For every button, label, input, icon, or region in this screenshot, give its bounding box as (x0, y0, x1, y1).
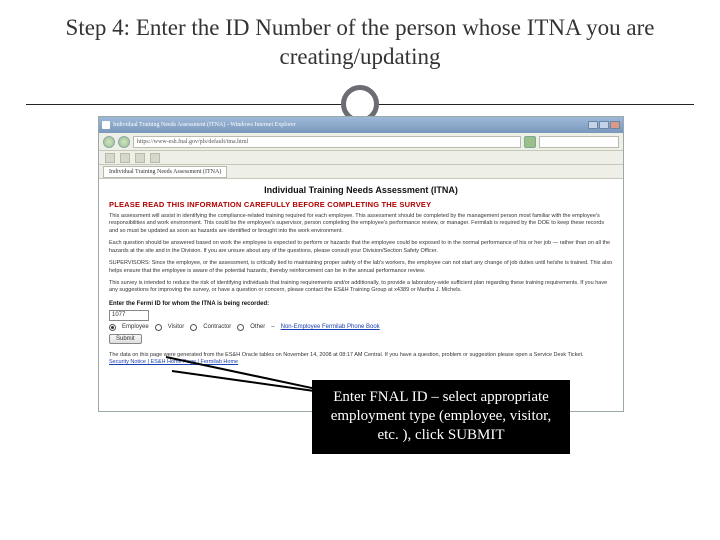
print-icon[interactable] (135, 153, 145, 163)
feeds-icon[interactable] (120, 153, 130, 163)
window-favicon (102, 121, 110, 129)
intro-paragraph-2: Each question should be answered based o… (109, 240, 613, 255)
home-icon[interactable] (150, 153, 160, 163)
radio-employee-label: Employee (122, 324, 149, 330)
back-button[interactable] (103, 136, 115, 148)
browser-tab[interactable]: Individual Training Needs Assessment (IT… (103, 166, 227, 178)
red-warning-banner: PLEASE READ THIS INFORMATION CAREFULLY B… (109, 200, 613, 209)
id-prompt: Enter the Fermi ID for whom the ITNA is … (109, 301, 613, 307)
minimize-icon[interactable] (588, 121, 598, 129)
fermi-id-input[interactable]: 1077 (109, 310, 149, 321)
browser-toolbar (99, 151, 623, 165)
radio-visitor-label: Visitor (168, 324, 185, 330)
radio-visitor[interactable] (155, 324, 162, 331)
radio-contractor[interactable] (190, 324, 197, 331)
employment-type-row: Employee Visitor Contractor Other – Non-… (109, 324, 613, 331)
favorites-icon[interactable] (105, 153, 115, 163)
non-employee-link[interactable]: Non-Employee Fermilab Phone Book (281, 324, 380, 330)
submit-button[interactable]: Submit (109, 334, 142, 344)
radio-other-label: Other (250, 324, 265, 330)
maximize-icon[interactable] (599, 121, 609, 129)
instruction-callout: Enter FNAL ID – select appropriate emplo… (312, 380, 570, 454)
url-field[interactable]: https://www-esh.fnal.gov/pls/default/itn… (133, 136, 521, 148)
page-heading: Individual Training Needs Assessment (IT… (109, 185, 613, 195)
window-titlebar: Individual Training Needs Assessment (IT… (99, 117, 623, 133)
radio-employee[interactable] (109, 324, 116, 331)
intro-paragraph-1: This assessment will assist in identifyi… (109, 213, 613, 235)
browser-search-box[interactable] (539, 136, 619, 148)
slide-title: Step 4: Enter the ID Number of the perso… (0, 0, 720, 80)
window-buttons (588, 121, 620, 129)
id-input-row: 1077 (109, 310, 613, 321)
radio-contractor-label: Contractor (203, 324, 231, 330)
tab-bar: Individual Training Needs Assessment (IT… (99, 165, 623, 179)
supervisors-paragraph: SUPERVISORS: Since the employee, or the … (109, 260, 613, 275)
forward-button[interactable] (118, 136, 130, 148)
window-title-text: Individual Training Needs Assessment (IT… (113, 122, 296, 128)
close-icon[interactable] (610, 121, 620, 129)
radio-other[interactable] (237, 324, 244, 331)
embedded-browser-screenshot: Individual Training Needs Assessment (IT… (98, 116, 624, 412)
address-bar: https://www-esh.fnal.gov/pls/default/itn… (99, 133, 623, 151)
go-button[interactable] (524, 136, 536, 148)
footer-links[interactable]: Security Notice | ES&H Home Page | Fermi… (109, 359, 238, 365)
page-content: Individual Training Needs Assessment (IT… (99, 179, 623, 412)
intro-paragraph-4: This survey is intended to reduce the ri… (109, 280, 613, 295)
